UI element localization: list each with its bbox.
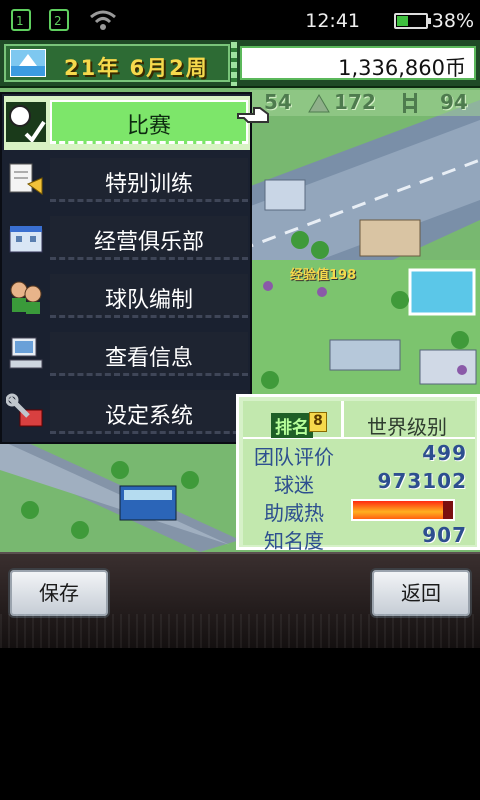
- cheer-meter: [351, 499, 455, 521]
- menu-item-team[interactable]: 球队编制: [4, 270, 250, 324]
- menu-item-info[interactable]: 查看信息: [4, 328, 250, 382]
- ladder-icon: [403, 93, 417, 113]
- save-button[interactable]: 保存: [8, 568, 110, 618]
- cheer-label: 助威热: [264, 501, 324, 525]
- rank-badge: 8: [309, 412, 327, 432]
- rank-label: 排名: [271, 413, 313, 438]
- menu-label: 比赛: [126, 114, 171, 139]
- stat-c: 94: [440, 90, 468, 114]
- tools-icon: [6, 393, 43, 427]
- battery-percent: 38%: [431, 10, 474, 32]
- menu-item-training[interactable]: 特别训练: [4, 154, 250, 208]
- stats-row: 54 172 94: [250, 90, 480, 116]
- battery-icon: [394, 13, 431, 29]
- clock: 12:41: [305, 10, 360, 32]
- stat-b: 172: [334, 90, 376, 114]
- menu-item-club[interactable]: 经营俱乐部: [4, 212, 250, 266]
- money-display: 1,336,860币: [240, 46, 476, 80]
- menu-label: 查看信息: [104, 346, 193, 371]
- game-date: 21年 6月2周: [64, 56, 209, 80]
- fans-label: 球迷: [274, 473, 314, 497]
- status-bar: 1 2 12:41 38%: [0, 0, 480, 40]
- divider: [231, 42, 237, 86]
- fame-label: 知名度: [264, 529, 324, 553]
- club-logo-icon: [10, 49, 46, 77]
- menu-label: 特别训练: [104, 172, 193, 197]
- team-rating-value: 499: [422, 441, 467, 465]
- money-value: 1,336,860币: [338, 56, 466, 80]
- computer-icon: [9, 337, 43, 369]
- sim1-icon: 1: [11, 9, 31, 31]
- mountain-icon: [308, 94, 330, 113]
- team-icon: [10, 281, 42, 314]
- experience-popup: 经验值198: [290, 268, 357, 283]
- match-icon: [6, 102, 46, 142]
- svg-text:1: 1: [16, 14, 24, 28]
- menu-label: 球队编制: [104, 288, 193, 313]
- fame-value: 907: [422, 523, 467, 547]
- pointer-hand-icon: [237, 107, 269, 123]
- back-button[interactable]: 返回: [370, 568, 472, 618]
- menu-item-match[interactable]: 比赛: [4, 96, 250, 150]
- menu-label: 经营俱乐部: [93, 230, 204, 255]
- fans-value: 973102: [377, 469, 467, 493]
- rank-value: 世界级别: [367, 415, 447, 439]
- menu-item-settings[interactable]: 设定系统: [4, 386, 250, 440]
- club-icon: [9, 226, 43, 253]
- main-menu: 比赛 特别训练 经营俱乐部 球队编制 查看信息 设定系统: [0, 92, 252, 444]
- team-stats-panel: 排名 8 世界级别 团队评价 499 球迷 973102 助威热 知名度 907: [236, 394, 480, 553]
- sim2-icon: 2: [49, 9, 69, 31]
- team-rating-label: 团队评价: [254, 445, 334, 469]
- bottom-bar: 保存 返回: [0, 552, 480, 648]
- svg-text:2: 2: [54, 14, 62, 28]
- menu-label: 设定系统: [104, 404, 193, 429]
- wifi-icon: [90, 10, 116, 30]
- game-top-bar: 21年 6月2周 1,336,860币: [0, 40, 480, 88]
- training-icon: [9, 163, 43, 195]
- date-display: 21年 6月2周: [4, 44, 230, 82]
